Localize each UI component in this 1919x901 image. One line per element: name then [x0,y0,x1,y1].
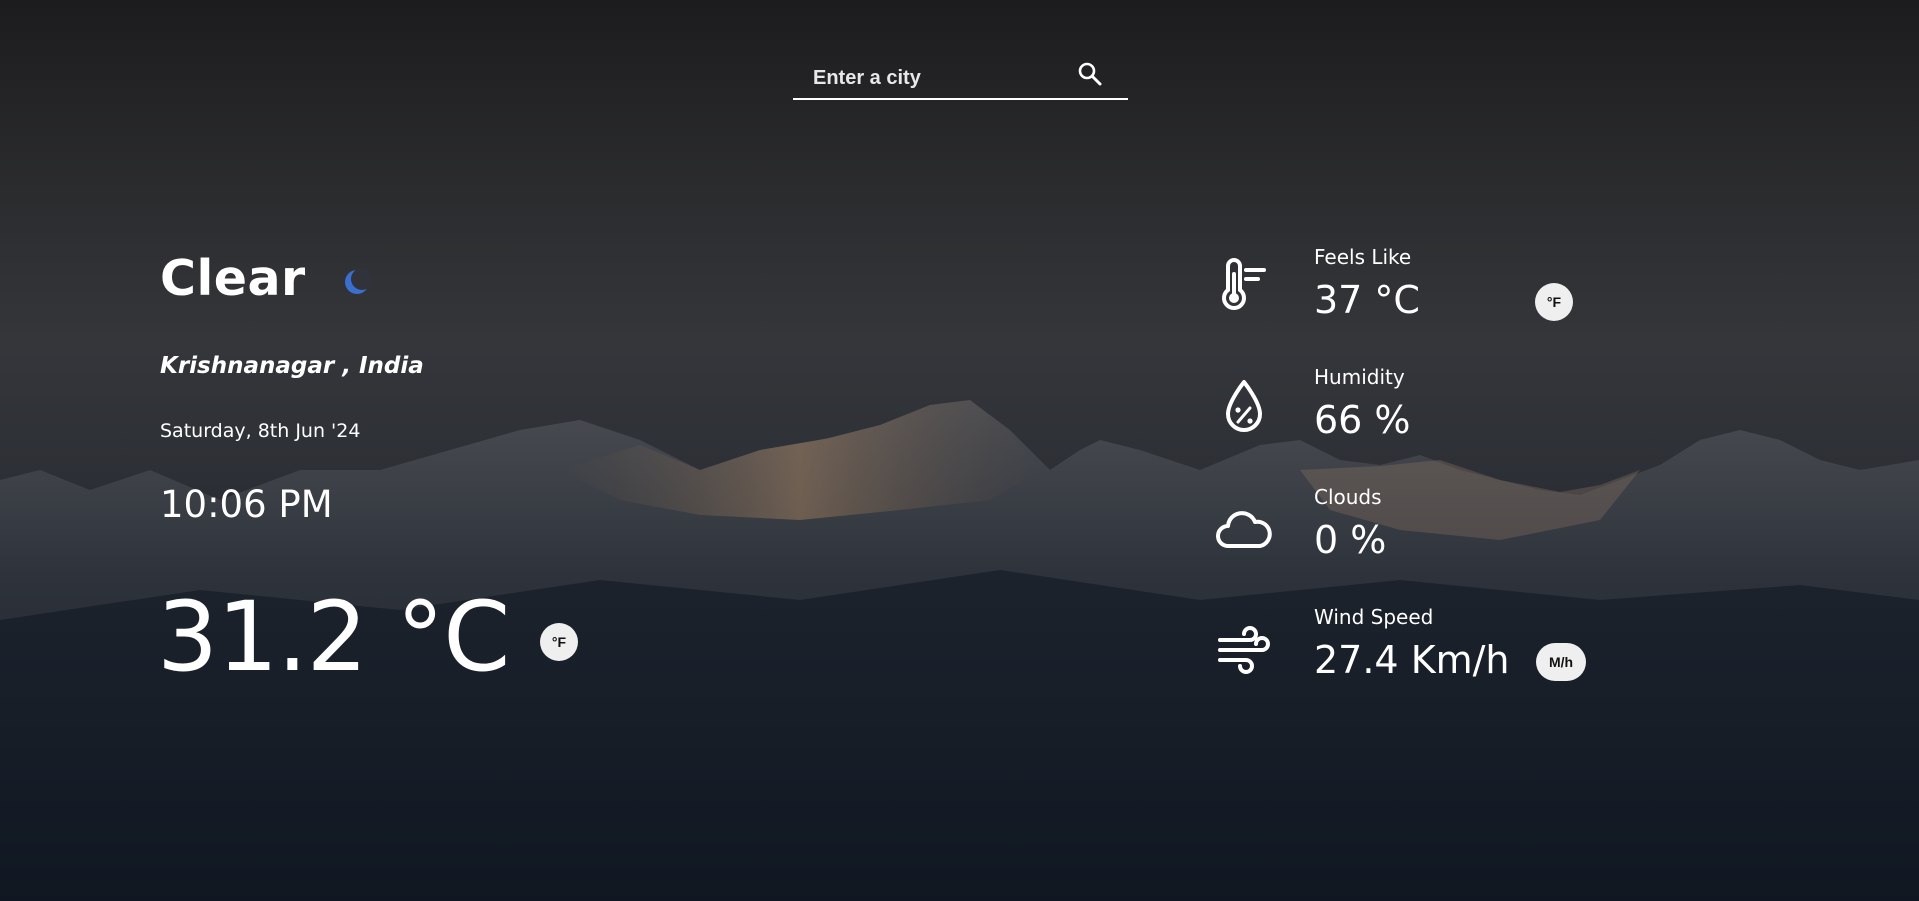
feels-like-unit-toggle[interactable]: °F [1535,283,1573,321]
humidity-label: Humidity [1314,365,1405,389]
location-label: Krishnanagar , India [160,353,424,379]
search-icon [1078,62,1102,86]
time-label: 10:06 PM [160,483,333,526]
thermometer-icon [1222,258,1266,310]
humidity-value: 66 % [1314,398,1411,442]
humidity-drop-icon [1226,380,1262,432]
clouds-value: 0 % [1314,518,1387,562]
wind-speed-label: Wind Speed [1314,605,1434,629]
weather-condition: Clear [160,250,306,307]
wind-speed-value: 27.4 Km/h [1314,638,1510,682]
temperature-value: 31.2 °C [157,581,510,693]
wind-speed-unit-toggle[interactable]: M/h [1536,643,1586,681]
city-search-input[interactable] [811,62,1075,94]
search-bar [793,54,1128,100]
moon-icon [345,268,371,294]
date-label: Saturday, 8th Jun '24 [160,420,361,442]
mountain-background [0,0,1919,901]
feels-like-label: Feels Like [1314,245,1412,269]
feels-like-value: 37 °C [1314,278,1420,322]
search-button[interactable] [1076,60,1106,90]
temperature-unit-toggle[interactable]: °F [540,623,578,661]
clouds-label: Clouds [1314,485,1382,509]
cloud-icon [1216,511,1272,548]
wind-icon [1218,626,1270,674]
